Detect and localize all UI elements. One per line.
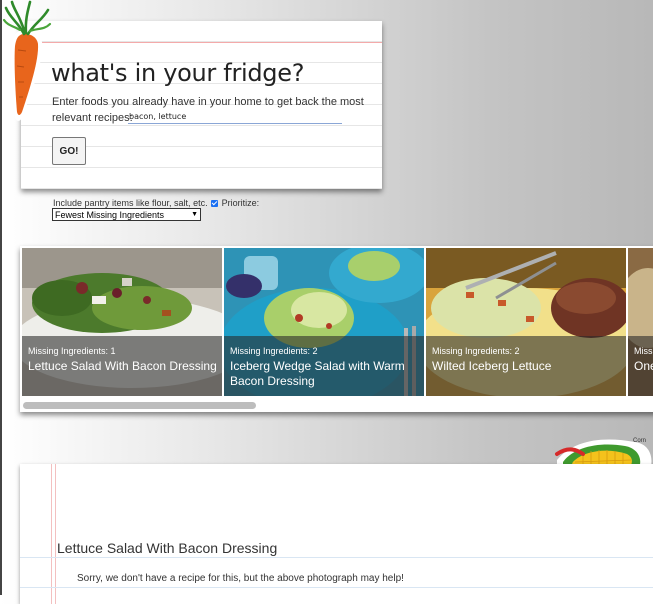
pantry-checkbox[interactable] — [210, 199, 218, 207]
prioritize-label: Prioritize: — [221, 198, 260, 208]
fridge-search-card: what's in your fridge? Enter foods you a… — [21, 21, 382, 189]
no-recipe-message: Sorry, we don't have a recipe for this, … — [77, 573, 404, 584]
margin-line — [55, 464, 56, 604]
chevron-down-icon: ▼ — [191, 211, 198, 218]
corn-label: Corn — [633, 438, 646, 444]
recipe-card[interactable]: Missing Ingredients: 1 Lettuce Salad Wit… — [22, 248, 222, 396]
carrot-icon — [2, 0, 52, 121]
prioritize-value: Fewest Missing Ingredients — [55, 209, 165, 220]
pantry-label: Include pantry items like flour, salt, e… — [53, 198, 208, 208]
ingredients-input[interactable] — [128, 109, 342, 124]
recipe-name: Wilted Iceberg Lettuce — [432, 359, 552, 373]
page-title: what's in your fridge? — [51, 59, 305, 87]
missing-count: Missin — [634, 346, 653, 356]
scrollbar-thumb[interactable] — [23, 402, 256, 409]
ruled-line — [20, 557, 653, 558]
recipe-card[interactable]: Missin One Che — [628, 248, 653, 396]
recipe-name: One Che — [634, 359, 653, 373]
margin-line — [51, 464, 52, 604]
missing-count: Missing Ingredients: 2 — [432, 346, 520, 356]
recipe-carousel: Missing Ingredients: 1 Lettuce Salad Wit… — [20, 246, 653, 412]
recipe-detail-card: Lettuce Salad With Bacon Dressing Sorry,… — [20, 464, 653, 604]
pantry-option: Include pantry items like flour, salt, e… — [53, 198, 259, 208]
recipe-name: Lettuce Salad With Bacon Dressing — [28, 359, 217, 373]
recipe-card[interactable]: Missing Ingredients: 2 Iceberg Wedge Sal… — [224, 248, 424, 396]
go-button[interactable]: GO! — [52, 137, 86, 165]
prioritize-select[interactable]: Fewest Missing Ingredients ▼ — [52, 208, 201, 221]
recipe-detail-title: Lettuce Salad With Bacon Dressing — [57, 540, 278, 556]
ruled-line — [20, 587, 653, 588]
missing-count: Missing Ingredients: 2 — [230, 346, 318, 356]
missing-count: Missing Ingredients: 1 — [28, 346, 116, 356]
recipe-name: Iceberg Wedge Salad with Warm Bacon Dres… — [230, 359, 405, 388]
recipe-card[interactable]: Missing Ingredients: 2 Wilted Iceberg Le… — [426, 248, 626, 396]
margin-line — [21, 42, 382, 43]
